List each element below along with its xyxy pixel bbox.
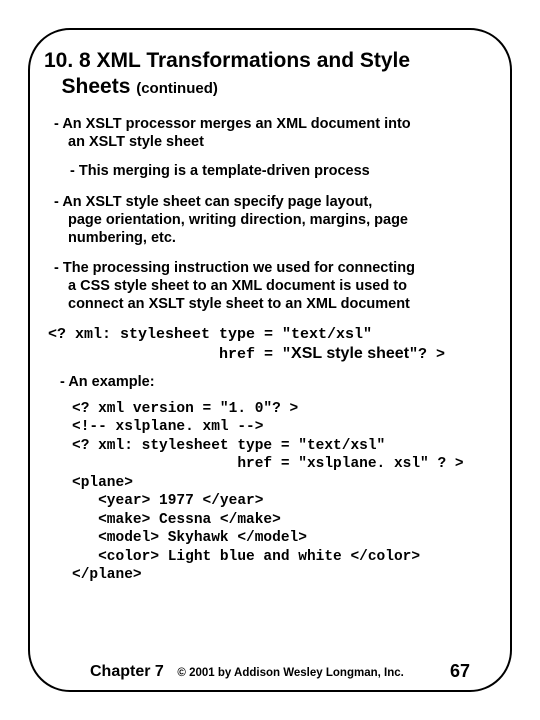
bullet-1-line1: - An XSLT processor merges an XML docume…: [54, 116, 411, 132]
code2-l5: <plane>: [72, 475, 133, 491]
code2-l4: href = "xslplane. xsl" ? >: [72, 456, 464, 472]
code2-l1: <? xml version = "1. 0"? >: [72, 401, 298, 417]
code-block-1: <? xml: stylesheet type = "text/xsl" hre…: [48, 326, 492, 364]
code1-line2b: "? >: [409, 346, 445, 363]
bullet-3: - The processing instruction we used for…: [54, 259, 492, 313]
bullet-3-line2: a CSS style sheet to an XML document is …: [68, 277, 492, 295]
title-line1: 10. 8 XML Transformations and Style: [44, 49, 410, 72]
bullet-2-line2: page orientation, writing direction, mar…: [68, 211, 492, 229]
footer-copyright: © 2001 by Addison Wesley Longman, Inc.: [177, 667, 403, 679]
slide-title: 10. 8 XML Transformations and Style Shee…: [44, 48, 492, 101]
code2-l6: <year> 1977 </year>: [72, 493, 263, 509]
slide-footer: Chapter 7 © 2001 by Addison Wesley Longm…: [90, 663, 470, 684]
bullet-1: - An XSLT processor merges an XML docume…: [54, 115, 492, 151]
title-line2: Sheets: [62, 75, 137, 98]
code2-l3: <? xml: stylesheet type = "text/xsl": [72, 438, 385, 454]
code2-l2: <!-- xslplane. xml -->: [72, 419, 263, 435]
code1-line2a: href = ": [48, 346, 291, 363]
bullet-2: - An XSLT style sheet can specify page l…: [54, 193, 492, 247]
subbullet-1: - This merging is a template-driven proc…: [70, 163, 492, 179]
code2-l9: <color> Light blue and white </color>: [72, 549, 420, 565]
code-block-2: <? xml version = "1. 0"? > <!-- xslplane…: [72, 400, 492, 585]
code2-l7: <make> Cessna </make>: [72, 512, 281, 528]
footer-pagenum: 67: [450, 661, 470, 682]
code2-l8: <model> Skyhawk </model>: [72, 530, 307, 546]
code2-l10: </plane>: [72, 567, 142, 583]
bullet-2-line1: - An XSLT style sheet can specify page l…: [54, 194, 372, 210]
bullet-3-line1: - The processing instruction we used for…: [54, 260, 415, 276]
code1-line1: <? xml: stylesheet type = "text/xsl": [48, 326, 372, 343]
bullet-3-line3: connect an XSLT style sheet to an XML do…: [68, 295, 492, 313]
example-label: - An example:: [60, 374, 492, 390]
slide-frame: 10. 8 XML Transformations and Style Shee…: [28, 28, 512, 692]
code1-emphasis: XSL style sheet: [291, 345, 409, 362]
bullet-2-line3: numbering, etc.: [68, 229, 492, 247]
title-continued: (continued): [136, 80, 218, 97]
footer-chapter: Chapter 7: [90, 663, 164, 680]
bullet-1-line2: an XSLT style sheet: [68, 133, 492, 151]
